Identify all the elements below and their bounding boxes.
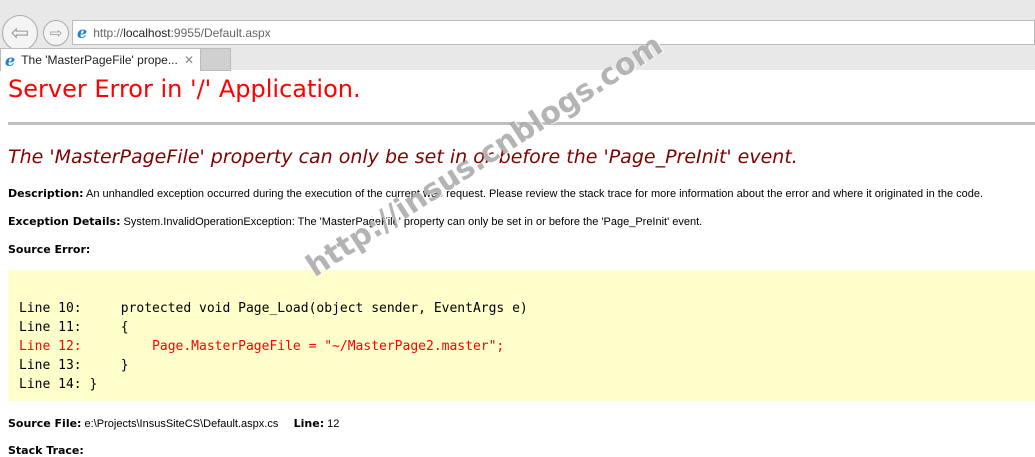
error-heading: The 'MasterPageFile' property can only b… (8, 146, 798, 168)
close-icon[interactable]: ✕ (184, 53, 194, 67)
description-label: Description: (8, 187, 84, 200)
url-host: localhost (123, 25, 171, 40)
source-error-label: Source Error: (8, 243, 91, 256)
tab-active[interactable]: e The 'MasterPageFile' prope... ✕ (0, 48, 201, 71)
line-label: Line: (293, 417, 325, 430)
new-tab-button[interactable] (200, 48, 231, 71)
code-line-error: Line 12: Page.MasterPageFile = "~/Master… (19, 339, 505, 354)
source-file-label: Source File: (8, 417, 82, 430)
code-line: Line 14: } (19, 377, 98, 392)
forward-arrow-icon: ⇨ (49, 25, 63, 42)
code-line: Line 13: } (19, 358, 129, 373)
back-button[interactable]: ⇦ (2, 15, 38, 51)
forward-button[interactable]: ⇨ (43, 20, 69, 46)
page-title: Server Error in '/' Application. (8, 75, 361, 103)
description: Description: An unhandled exception occu… (8, 187, 983, 200)
code-line: Line 10: protected void Page_Load(object… (19, 301, 528, 316)
tab-title: The 'MasterPageFile' prope... (21, 53, 178, 67)
ie-icon: e (77, 23, 88, 42)
exception-label: Exception Details: (8, 215, 121, 228)
url-rest: :9955/Default.aspx (170, 25, 271, 40)
source-code-block: Line 10: protected void Page_Load(object… (8, 270, 1035, 401)
source-file: Source File: e:\Projects\InsusSiteCS\Def… (8, 417, 339, 430)
address-bar[interactable]: e http://localhost:9955/Default.aspx (72, 20, 1035, 45)
code-line: Line 11: { (19, 320, 129, 335)
url-prefix: http:// (93, 25, 124, 40)
description-text: An unhandled exception occurred during t… (86, 188, 984, 200)
ie-tab-icon: e (5, 50, 16, 70)
stack-trace-label: Stack Trace: (8, 444, 84, 457)
browser-chrome: ⇦ ⇨ e http://localhost:9955/Default.aspx… (0, 0, 1035, 71)
line-number: 12 (327, 418, 340, 430)
source-file-path: e:\Projects\InsusSiteCS\Default.aspx.cs (84, 418, 279, 430)
back-arrow-icon: ⇦ (10, 20, 30, 45)
